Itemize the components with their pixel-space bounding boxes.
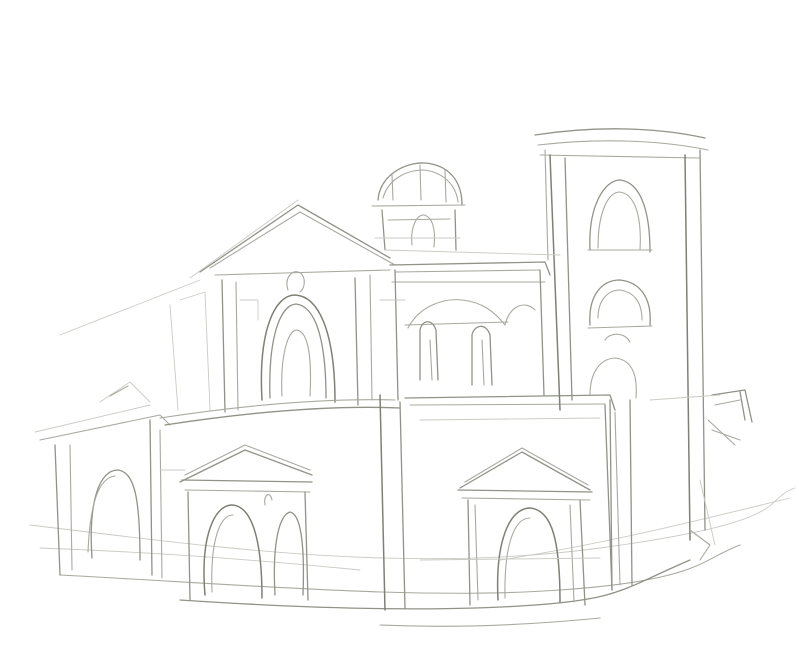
right-annex: [689, 389, 753, 561]
bell-tower: [534, 128, 709, 591]
dome: [371, 162, 466, 251]
ground-lines: [29, 487, 796, 627]
front-block: [159, 394, 621, 611]
right-porch: [457, 447, 593, 606]
main-facade: [169, 199, 396, 413]
church-sketch-drawing: [29, 128, 796, 627]
construction-lines: [59, 249, 721, 561]
central-nave: [389, 261, 551, 401]
left-porch: [179, 444, 313, 601]
sketch-canvas: [0, 0, 799, 666]
